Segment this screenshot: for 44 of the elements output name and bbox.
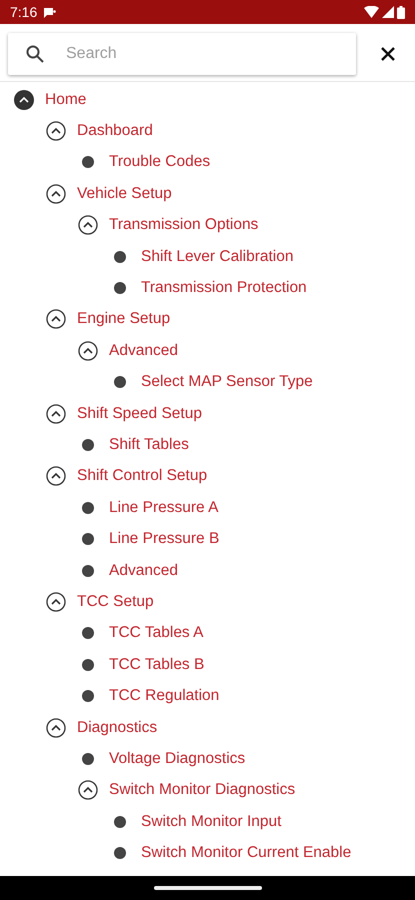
search-icon bbox=[26, 45, 44, 63]
tree-item[interactable]: Dashboard bbox=[77, 122, 153, 140]
tree-item[interactable]: Select MAP Sensor Type bbox=[141, 373, 313, 392]
tree-item[interactable]: Engine Setup bbox=[77, 310, 170, 328]
tree-item[interactable]: Shift Lever Calibration bbox=[141, 248, 294, 266]
collapse-icon[interactable] bbox=[46, 121, 66, 142]
tree-item[interactable]: Line Pressure B bbox=[109, 530, 220, 548]
close-icon bbox=[380, 46, 396, 62]
tree-item[interactable]: TCC Tables A bbox=[109, 624, 204, 642]
tree-item[interactable]: Shift Tables bbox=[109, 436, 189, 454]
battery-icon bbox=[397, 6, 405, 18]
tree-item[interactable]: Vehicle Setup bbox=[77, 184, 172, 203]
collapse-icon[interactable] bbox=[78, 780, 98, 800]
wifi-icon bbox=[364, 6, 379, 18]
tree-item[interactable]: Transmission Options bbox=[109, 216, 258, 234]
tree-item[interactable]: Switch Monitor Diagnostics bbox=[109, 781, 296, 800]
tree-item[interactable]: Transmission Protection bbox=[141, 279, 307, 298]
tree-item[interactable]: Switch Monitor Input bbox=[141, 812, 282, 831]
collapse-icon[interactable] bbox=[46, 184, 66, 204]
tree-item[interactable]: Advanced bbox=[109, 342, 178, 360]
collapse-icon[interactable] bbox=[46, 309, 66, 330]
tree-item[interactable]: Voltage Diagnostics bbox=[109, 750, 246, 768]
status-time: 7:16 bbox=[10, 4, 38, 20]
tree-item[interactable]: TCC Tables B bbox=[109, 656, 204, 674]
collapse-icon[interactable] bbox=[46, 466, 66, 486]
signal-icon bbox=[382, 6, 394, 18]
collapse-icon[interactable] bbox=[46, 718, 66, 738]
collapse-icon[interactable] bbox=[78, 340, 98, 361]
tree-item[interactable]: Trouble Codes bbox=[109, 153, 210, 172]
collapse-icon[interactable] bbox=[46, 404, 66, 424]
collapse-icon[interactable] bbox=[46, 592, 66, 612]
tree-item[interactable]: TCC Regulation bbox=[109, 687, 220, 706]
tree-item[interactable]: Advanced bbox=[109, 562, 178, 580]
tree-item[interactable]: Diagnostics bbox=[77, 718, 158, 736]
collapse-icon[interactable] bbox=[14, 90, 34, 110]
tree-item[interactable]: Switch Monitor Current Enable bbox=[141, 844, 352, 862]
tree-item[interactable]: Shift Speed Setup bbox=[77, 404, 202, 423]
tree-item[interactable]: Shift Control Setup bbox=[77, 467, 208, 486]
tree-item[interactable]: TCC Setup bbox=[77, 592, 154, 611]
tree-item[interactable]: Line Pressure A bbox=[109, 498, 218, 517]
notification-icon bbox=[43, 6, 56, 18]
collapse-icon[interactable] bbox=[78, 215, 98, 236]
search-field[interactable]: Search bbox=[8, 33, 356, 75]
tree-item[interactable]: Home bbox=[45, 90, 86, 109]
